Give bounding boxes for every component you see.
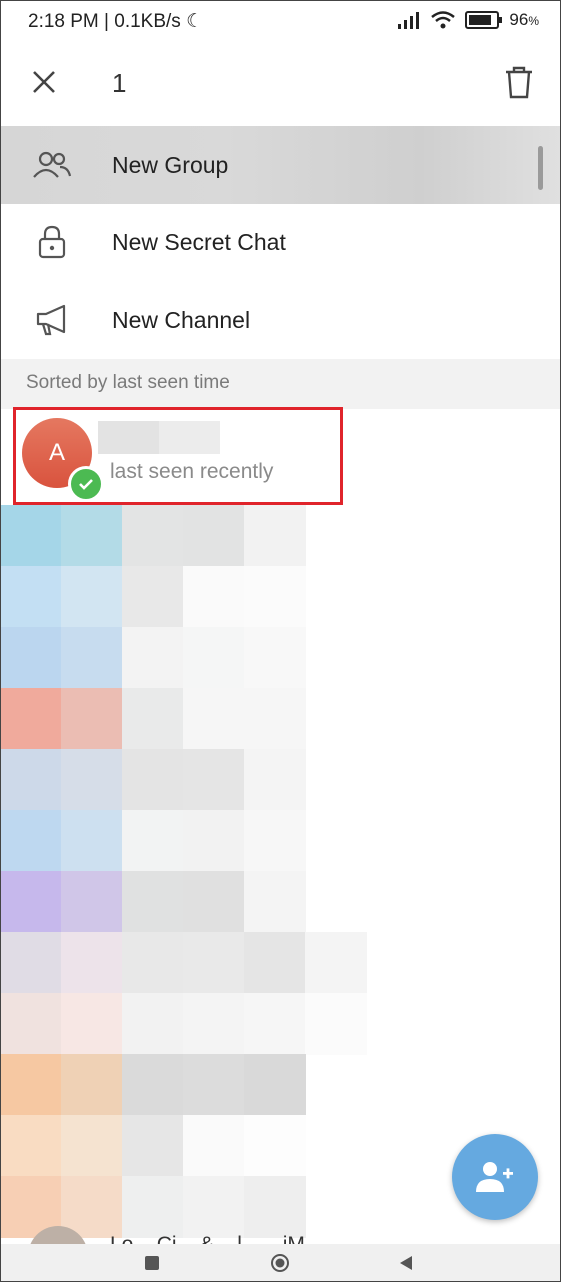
menu-new-secret-chat[interactable]: New Secret Chat [0, 203, 561, 281]
battery-percent: 96% [509, 10, 539, 29]
redacted-pixel [122, 1054, 184, 1116]
redacted-pixel [183, 749, 245, 811]
redacted-pixel [305, 932, 367, 994]
redacted-pixel [183, 810, 245, 872]
list-item[interactable]: Lo... Ci... & ...l... ...iM... [0, 1218, 561, 1244]
close-icon [33, 71, 55, 93]
system-nav-bar [0, 1244, 561, 1282]
redacted-pixel [183, 932, 245, 994]
menu-new-secret-chat-label: New Secret Chat [112, 228, 286, 255]
redacted-pixel [244, 1115, 306, 1177]
avatar [28, 1226, 88, 1244]
redacted-pixel [61, 688, 123, 750]
back-button[interactable] [389, 1246, 423, 1280]
redacted-pixel [0, 871, 62, 933]
redacted-pixel [122, 993, 184, 1055]
delete-button[interactable] [499, 60, 539, 104]
lock-icon [32, 222, 72, 262]
redacted-pixel [183, 993, 245, 1055]
megaphone-icon [32, 300, 72, 340]
moon-icon: ☾ [186, 11, 204, 32]
redacted-pixel [122, 749, 184, 811]
menu-new-group-label: New Group [112, 151, 229, 178]
redacted-pixel [0, 993, 62, 1055]
redacted-pixel [183, 627, 245, 689]
redacted-pixel [244, 1054, 306, 1116]
add-person-icon [476, 1162, 513, 1192]
redacted-pixel [305, 993, 367, 1055]
redacted-pixel [183, 871, 245, 933]
home-circle-icon [271, 1254, 289, 1272]
redacted-pixel [244, 871, 306, 933]
redacted-pixel [61, 1054, 123, 1116]
square-icon [145, 1256, 159, 1270]
redacted-pixel [183, 688, 245, 750]
redacted-pixel [183, 1115, 245, 1177]
redacted-pixel [0, 1115, 62, 1177]
redacted-pixel [122, 810, 184, 872]
redacted-pixel [0, 688, 62, 750]
redacted-pixel [0, 810, 62, 872]
redacted-pixel [244, 688, 306, 750]
redacted-pixel [122, 688, 184, 750]
scrollbar[interactable] [538, 146, 543, 190]
recents-button[interactable] [135, 1246, 169, 1280]
redacted-pixel [122, 932, 184, 994]
redacted-pixel [61, 1115, 123, 1177]
redacted-pixel [0, 932, 62, 994]
redacted-pixel [183, 566, 245, 628]
status-time: 2:18 PM | 0.1KB/s ☾ [28, 10, 203, 33]
redacted-pixel [122, 871, 184, 933]
status-icons: 96% [397, 10, 539, 30]
close-button[interactable] [24, 62, 64, 102]
redacted-pixel [244, 627, 306, 689]
menu-new-channel[interactable]: New Channel [0, 281, 561, 359]
trash-icon [506, 66, 532, 99]
redacted-pixel [61, 993, 123, 1055]
redacted-pixel [61, 871, 123, 933]
back-triangle-icon [400, 1256, 412, 1270]
status-bar: 2:18 PM | 0.1KB/s ☾ 96% [0, 0, 561, 44]
redacted-pixel [0, 566, 62, 628]
section-header: Sorted by last seen time [0, 359, 561, 409]
redacted-pixel [61, 505, 123, 567]
action-bar: 1 [0, 44, 561, 127]
redacted-pixel [183, 505, 245, 567]
redacted-pixel [244, 505, 306, 567]
redacted-pixel [183, 1054, 245, 1116]
redacted-pixel [244, 993, 306, 1055]
redacted-pixel [0, 627, 62, 689]
redacted-pixel [244, 749, 306, 811]
status-time-text: 2:18 PM | 0.1KB/s [28, 11, 181, 32]
redacted-pixel [0, 1054, 62, 1116]
redacted-pixel [244, 810, 306, 872]
menu-new-group[interactable]: New Group [0, 126, 561, 204]
redacted-pixel [61, 810, 123, 872]
wifi-icon [431, 11, 456, 29]
battery-value: 96 [509, 10, 529, 29]
battery-icon [465, 11, 503, 29]
contact-name: Lo... Ci... & ...l... ...iM... [110, 1233, 322, 1244]
menu-new-channel-label: New Channel [112, 306, 251, 333]
section-header-text: Sorted by last seen time [26, 372, 230, 393]
redacted-pixel [244, 566, 306, 628]
redacted-pixel [0, 749, 62, 811]
redacted-pixel [122, 1115, 184, 1177]
group-icon [32, 145, 72, 185]
home-button[interactable] [263, 1246, 297, 1280]
redacted-pixel [244, 932, 306, 994]
selected-count: 1 [112, 68, 127, 98]
redacted-pixel [122, 566, 184, 628]
add-contact-button[interactable] [452, 1134, 538, 1220]
redacted-pixel [61, 932, 123, 994]
signal-icon [398, 12, 420, 29]
redacted-pixel [61, 749, 123, 811]
selection-highlight-box [13, 407, 343, 505]
redacted-pixel [0, 505, 62, 567]
redacted-pixel [122, 505, 184, 567]
redacted-pixel [61, 627, 123, 689]
redacted-pixel [61, 566, 123, 628]
redacted-pixel [122, 627, 184, 689]
